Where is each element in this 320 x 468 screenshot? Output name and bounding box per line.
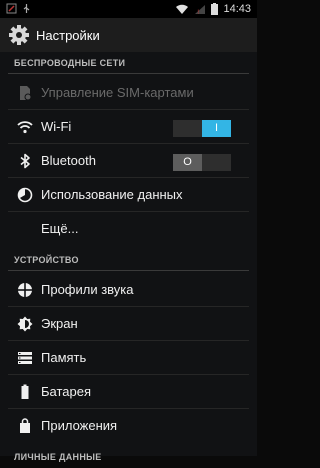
notification-app-icon	[6, 3, 17, 14]
svg-text:!: !	[197, 9, 199, 15]
settings-item-display[interactable]: Экран	[0, 307, 257, 341]
settings-item-data-usage[interactable]: Использование данных	[0, 178, 257, 212]
battery-icon	[21, 384, 29, 399]
section-header-label: УСТРОЙСТВО	[14, 255, 79, 265]
display-icon	[17, 316, 33, 332]
settings-item-label: Приложения	[41, 418, 118, 433]
sound-profiles-icon	[18, 283, 32, 297]
settings-item-label: Использование данных	[41, 187, 183, 202]
data-usage-icon	[17, 187, 33, 203]
action-bar: Настройки	[0, 18, 257, 52]
settings-item-label: Экран	[41, 316, 78, 331]
settings-item-label: Батарея	[41, 384, 92, 399]
status-bar: ! 14:43	[0, 0, 257, 18]
settings-item-sim-management[interactable]: Управление SIM-картами	[0, 76, 257, 110]
settings-item-storage[interactable]: Память	[0, 341, 257, 375]
toggle-knob: O	[173, 154, 202, 171]
clock: 14:43	[223, 3, 251, 15]
settings-item-label: Профили звука	[41, 282, 134, 297]
toggle-knob: I	[202, 120, 231, 137]
settings-item-label: Память	[41, 350, 87, 365]
section-header-wireless: БЕСПРОВОДНЫЕ СЕТИ	[0, 52, 257, 74]
section-divider	[8, 270, 249, 271]
mobile-signal-icon: !	[195, 4, 206, 15]
section-header-personal: ЛИЧНЫЕ ДАННЫЕ	[0, 446, 257, 468]
page-title: Настройки	[36, 27, 100, 43]
settings-item-label: Ещё...	[41, 221, 79, 236]
settings-item-sound-profiles[interactable]: Профили звука	[0, 273, 257, 307]
section-header-label: ЛИЧНЫЕ ДАННЫЕ	[14, 452, 102, 462]
bluetooth-toggle[interactable]: O	[173, 154, 231, 171]
settings-item-battery[interactable]: Батарея	[0, 375, 257, 409]
battery-status-icon	[211, 3, 219, 15]
wifi-toggle[interactable]: I	[173, 120, 231, 137]
settings-item-label: Управление SIM-картами	[41, 85, 194, 100]
settings-item-wifi[interactable]: Wi-Fi I	[0, 110, 257, 144]
section-divider	[8, 73, 249, 74]
settings-item-bluetooth[interactable]: Bluetooth O	[0, 144, 257, 178]
wifi-signal-icon	[176, 4, 189, 14]
bluetooth-icon	[20, 153, 30, 169]
settings-item-more[interactable]: Ещё...	[0, 212, 257, 246]
apps-icon	[20, 418, 30, 433]
wifi-icon	[17, 121, 33, 134]
section-header-label: БЕСПРОВОДНЫЕ СЕТИ	[14, 58, 126, 68]
settings-list: БЕСПРОВОДНЫЕ СЕТИ Управление SIM-картами…	[0, 52, 257, 462]
sim-icon	[20, 86, 32, 101]
storage-icon	[18, 352, 32, 364]
settings-item-apps[interactable]: Приложения	[0, 409, 257, 443]
settings-gear-icon[interactable]	[8, 24, 30, 46]
settings-item-label: Bluetooth	[41, 153, 96, 168]
section-header-device: УСТРОЙСТВО	[0, 249, 257, 271]
settings-item-label: Wi-Fi	[41, 119, 72, 134]
usb-icon	[23, 4, 30, 13]
